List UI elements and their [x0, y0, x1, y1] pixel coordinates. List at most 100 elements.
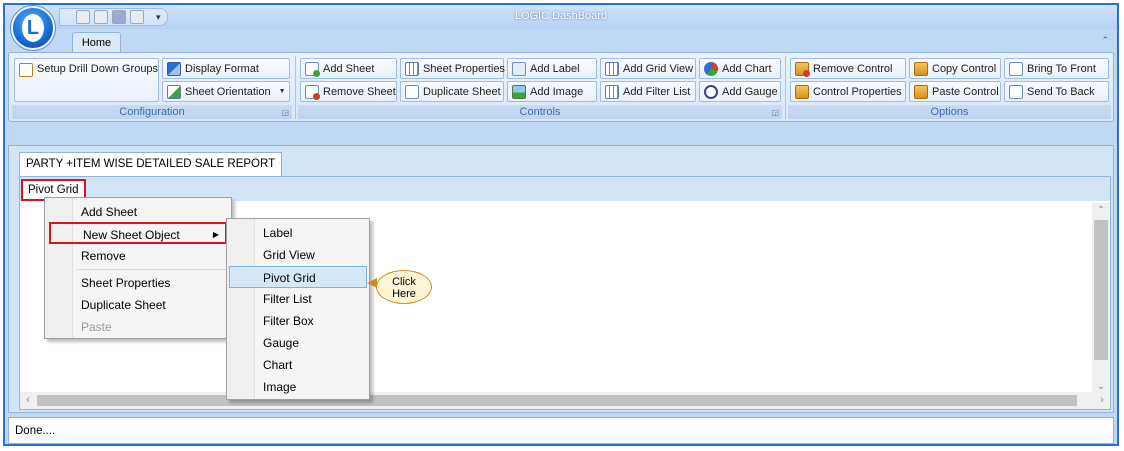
submenu-item-pivot-grid[interactable]: Pivot Grid [229, 266, 367, 288]
remove-control-icon [795, 61, 810, 77]
scroll-right-icon[interactable]: › [1094, 392, 1110, 409]
copy-control-label: Copy Control [932, 62, 997, 75]
paste-control-icon [914, 84, 928, 99]
drill-down-icon [19, 63, 33, 77]
duplicate-sheet-button[interactable]: Duplicate Sheet [400, 81, 504, 102]
copy-control-icon [914, 61, 928, 76]
menu-item-remove[interactable]: Remove [47, 245, 229, 267]
chevron-down-icon: ▼ [278, 88, 286, 95]
group-separator [295, 56, 296, 119]
window-title: LOGIC DashBoard [514, 10, 608, 22]
sheet-orientation-label: Sheet Orientation [185, 85, 271, 98]
add-label-button[interactable]: Add Label [507, 58, 597, 79]
submenu-item-gauge[interactable]: Gauge [229, 332, 367, 354]
submenu-arrow-icon: ▶ [212, 230, 219, 239]
new-sheet-object-submenu: Label Grid View Pivot Grid Filter List F… [226, 218, 370, 400]
callout-line-2: Here [392, 288, 416, 300]
menu-item-paste: Paste [81, 320, 112, 334]
remove-sheet-button[interactable]: Remove Sheet [300, 81, 397, 102]
add-image-icon [512, 84, 526, 99]
add-sheet-icon [305, 61, 320, 77]
horizontal-scrollbar[interactable]: ‹ › [20, 392, 1110, 409]
add-label-icon [512, 61, 526, 76]
submenu-item-image[interactable]: Image [229, 376, 367, 398]
bring-to-front-icon [1009, 61, 1023, 76]
callout-line-1: Click [392, 276, 416, 288]
add-sheet-button[interactable]: Add Sheet [300, 58, 397, 79]
sheet-tab[interactable]: PARTY +ITEM WISE DETAILED SALE REPORT [19, 152, 283, 176]
scroll-up-icon[interactable]: ⌃ [1092, 203, 1110, 219]
status-bar: Done.... [8, 417, 1114, 444]
status-text: Done.... [15, 425, 56, 437]
bring-to-front-button[interactable]: Bring To Front [1004, 58, 1109, 79]
submenu-item-grid-view[interactable]: Grid View [229, 244, 367, 266]
group-configuration: Setup Drill Down Groups Display Format S… [12, 56, 292, 119]
add-filter-list-button[interactable]: Add Filter List [600, 81, 696, 102]
display-format-button[interactable]: Display Format [162, 58, 290, 79]
control-properties-icon [795, 84, 809, 99]
add-chart-button[interactable]: Add Chart [699, 58, 781, 79]
horizontal-scroll-thumb[interactable] [37, 395, 1077, 406]
submenu-item-filter-list[interactable]: Filter List [229, 288, 367, 310]
add-filter-list-label: Add Filter List [623, 85, 691, 98]
submenu-item-filter-box[interactable]: Filter Box [229, 310, 367, 332]
send-to-back-button[interactable]: Send To Back [1004, 81, 1109, 102]
vertical-scrollbar[interactable]: ⌃ ⌄ [1092, 203, 1110, 395]
control-properties-label: Control Properties [813, 85, 902, 98]
paste-control-button[interactable]: Paste Control [909, 81, 1001, 102]
copy-control-button[interactable]: Copy Control [909, 58, 1001, 79]
remove-control-label: Remove Control [813, 62, 893, 75]
vertical-scroll-thumb[interactable] [1094, 220, 1108, 360]
add-grid-view-icon [605, 61, 619, 76]
add-grid-view-button[interactable]: Add Grid View [600, 58, 696, 79]
title-bar: ▾ LOGIC DashBoard [5, 5, 1117, 29]
send-to-back-icon [1009, 84, 1023, 99]
gauge-icon [704, 84, 718, 99]
add-chart-label: Add Chart [722, 62, 772, 75]
remove-control-button[interactable]: Remove Control [790, 58, 906, 79]
menu-item-duplicate-sheet[interactable]: Duplicate Sheet [47, 294, 229, 316]
add-label-label: Add Label [530, 62, 580, 75]
menu-item-new-sheet-object[interactable]: New Sheet Object ▶ [49, 222, 227, 244]
display-format-label: Display Format [185, 62, 259, 75]
click-here-callout: Click Here [376, 270, 432, 304]
dialog-launcher-icon[interactable]: ◲ [771, 108, 779, 117]
dialog-launcher-icon[interactable]: ◲ [281, 108, 289, 117]
control-properties-button[interactable]: Control Properties [790, 81, 906, 102]
menu-item-add-sheet[interactable]: Add Sheet [47, 201, 229, 223]
scroll-left-icon[interactable]: ‹ [20, 392, 36, 409]
group-label-controls: Controls [298, 105, 782, 119]
add-gauge-label: Add Gauge [722, 85, 778, 98]
remove-sheet-label: Remove Sheet [323, 85, 396, 98]
tab-home[interactable]: Home [72, 32, 121, 54]
sheet-orientation-icon [167, 84, 181, 99]
display-format-icon [167, 61, 181, 76]
add-sheet-label: Add Sheet [323, 62, 375, 75]
bring-to-front-label: Bring To Front [1027, 62, 1096, 75]
submenu-item-chart[interactable]: Chart [229, 354, 367, 376]
ribbon: Setup Drill Down Groups Display Format S… [8, 52, 1114, 122]
sheet-properties-label: Sheet Properties [423, 62, 505, 75]
submenu-item-label[interactable]: Label [229, 222, 367, 244]
duplicate-sheet-label: Duplicate Sheet [423, 85, 501, 98]
ribbon-collapse-icon[interactable]: ⌃ [1101, 35, 1109, 46]
remove-sheet-icon [305, 84, 320, 100]
sheet-properties-icon [405, 61, 419, 76]
sheet-orientation-button[interactable]: Sheet Orientation ▼ [162, 81, 290, 102]
group-options: Remove Control Control Properties Copy C… [788, 56, 1111, 119]
send-to-back-label: Send To Back [1027, 85, 1095, 98]
group-separator [785, 56, 786, 119]
menu-item-sheet-properties[interactable]: Sheet Properties [47, 272, 229, 294]
add-grid-view-label: Add Grid View [623, 62, 694, 75]
pie-chart-icon [704, 61, 718, 76]
duplicate-sheet-icon [405, 84, 419, 99]
add-gauge-button[interactable]: Add Gauge [699, 81, 781, 102]
add-image-label: Add Image [530, 85, 584, 98]
setup-drill-down-groups-button[interactable]: Setup Drill Down Groups [14, 58, 159, 102]
application-button[interactable]: L [11, 6, 55, 50]
group-controls: Add Sheet Remove Sheet Sheet Properties … [298, 56, 782, 119]
app-logo: L [22, 14, 44, 42]
sheet-properties-button[interactable]: Sheet Properties [400, 58, 505, 79]
add-image-button[interactable]: Add Image [507, 81, 597, 102]
group-label-configuration: Configuration [12, 105, 292, 119]
